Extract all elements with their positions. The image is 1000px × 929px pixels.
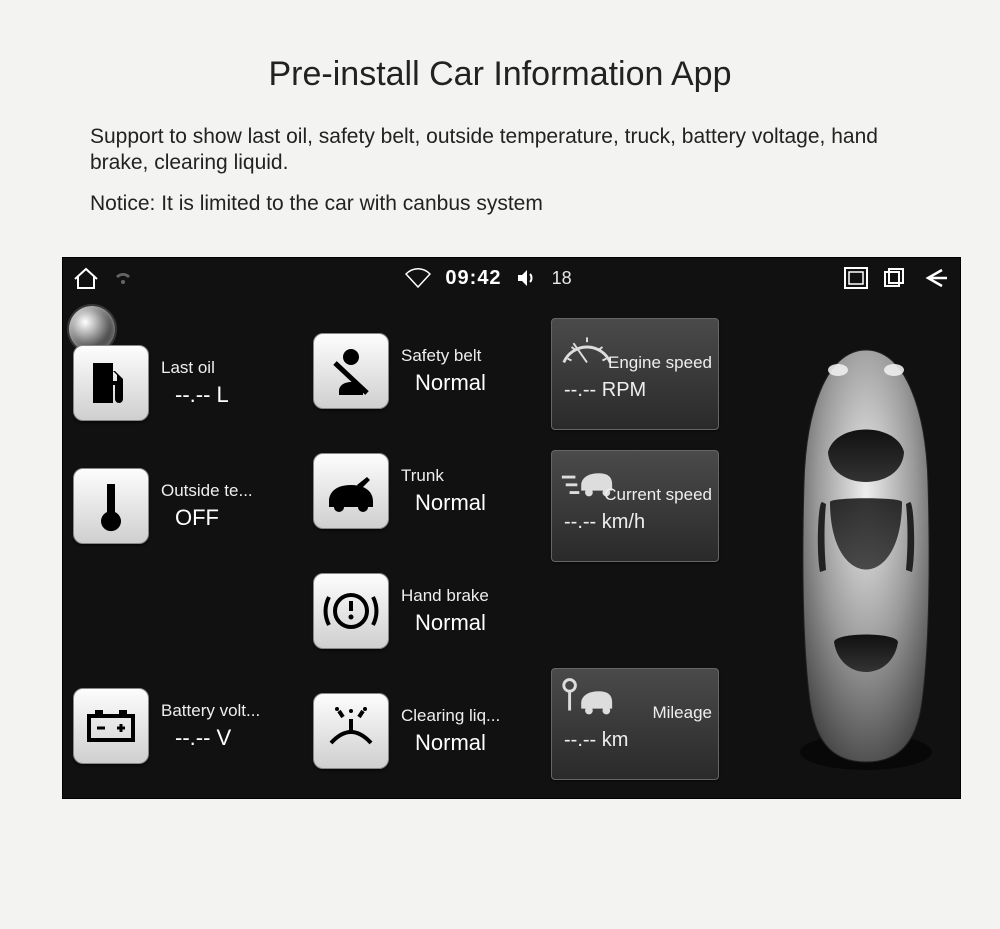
safety-belt-info: Safety belt Normal xyxy=(401,344,541,399)
volume-icon[interactable] xyxy=(516,268,538,288)
info-grid: Last oil --.-- L Outside te... OFF Batte… xyxy=(71,316,771,786)
battery-volt-label: Battery volt... xyxy=(161,699,296,723)
handbrake-icon xyxy=(313,573,389,649)
outside-temp-label: Outside te... xyxy=(161,479,296,503)
seatbelt-icon xyxy=(313,333,389,409)
screenshot-icon[interactable] xyxy=(844,267,868,289)
battery-icon xyxy=(73,688,149,764)
page-title: Pre-install Car Information App xyxy=(0,55,1000,94)
wifi-weak-icon xyxy=(113,270,133,286)
mileage-value: --.-- km xyxy=(558,729,712,752)
recent-apps-icon[interactable] xyxy=(882,267,906,289)
washer-icon xyxy=(313,693,389,769)
outside-temp-info: Outside te... OFF xyxy=(161,479,301,534)
status-bar: 09:42 18 xyxy=(63,258,960,298)
safety-belt-value: Normal xyxy=(401,368,541,399)
thermometer-icon xyxy=(73,468,149,544)
clearing-liquid-value: Normal xyxy=(401,728,541,759)
clearing-liquid-info: Clearing liq... Normal xyxy=(401,704,541,759)
mileage-card: Mileage --.-- km xyxy=(551,668,719,780)
mileage-label: Mileage xyxy=(558,703,712,723)
battery-volt-info: Battery volt... --.-- V xyxy=(161,699,301,754)
safety-belt-label: Safety belt xyxy=(401,344,536,368)
current-speed-card: Current speed --.-- km/h xyxy=(551,450,719,562)
trunk-value: Normal xyxy=(401,488,541,519)
engine-speed-value: --.-- RPM xyxy=(558,379,712,402)
trunk-info: Trunk Normal xyxy=(401,464,541,519)
description-line-2: Notice: It is limited to the car with ca… xyxy=(90,191,940,217)
trunk-label: Trunk xyxy=(401,464,536,488)
outside-temp-value: OFF xyxy=(161,503,301,534)
description-line-1: Support to show last oil, safety belt, o… xyxy=(90,124,940,177)
battery-volt-value: --.-- V xyxy=(161,723,301,754)
last-oil-value: --.-- L xyxy=(161,380,301,411)
clearing-liquid-label: Clearing liq... xyxy=(401,704,536,728)
wifi-outline-icon xyxy=(405,268,431,288)
car-infotainment-screen: 09:42 18 Last oil --.-- L Outside te... xyxy=(63,258,960,798)
last-oil-label: Last oil xyxy=(161,356,296,380)
status-volume-value: 18 xyxy=(552,268,572,289)
engine-speed-label: Engine speed xyxy=(558,353,712,373)
hand-brake-value: Normal xyxy=(401,608,541,639)
fuel-icon xyxy=(73,345,149,421)
trunk-icon xyxy=(313,453,389,529)
hand-brake-info: Hand brake Normal xyxy=(401,584,541,639)
car-top-view-illustration xyxy=(786,342,946,772)
engine-speed-card: Engine speed --.-- RPM xyxy=(551,318,719,430)
hand-brake-label: Hand brake xyxy=(401,584,536,608)
current-speed-label: Current speed xyxy=(558,485,712,505)
home-icon[interactable] xyxy=(73,267,99,289)
current-speed-value: --.-- km/h xyxy=(558,511,712,534)
status-clock: 09:42 xyxy=(445,267,501,290)
back-icon[interactable] xyxy=(920,267,950,289)
last-oil-info: Last oil --.-- L xyxy=(161,356,301,411)
